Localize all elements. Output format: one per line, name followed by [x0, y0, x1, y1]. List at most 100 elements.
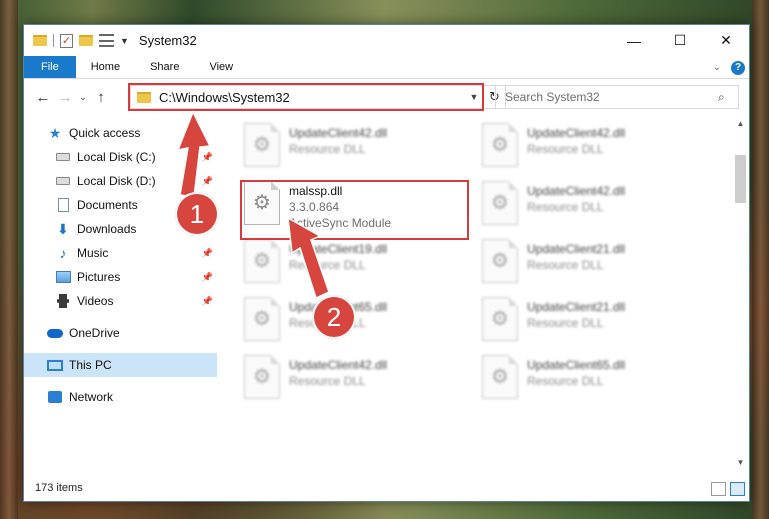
file-tile[interactable]: ⚙ UpdateClient42.dll Resource DLL: [244, 353, 469, 411]
sidebar-item-label: This PC: [69, 358, 112, 372]
file-name: UpdateClient21.dll: [527, 242, 626, 256]
details-view-icon[interactable]: [711, 482, 726, 496]
music-icon: ♪: [59, 245, 67, 261]
file-name: UpdateClient19.dll: [289, 242, 388, 256]
file-description: Resource DLL: [289, 374, 366, 388]
status-bar: 173 items: [24, 475, 749, 501]
recent-locations-button[interactable]: ⌄: [76, 85, 90, 109]
sidebar-item-local-disk-d[interactable]: Local Disk (D:) 📌: [24, 169, 217, 193]
file-highlight: [240, 180, 469, 240]
tab-view[interactable]: View: [194, 56, 248, 78]
dll-file-icon: ⚙: [244, 297, 280, 341]
file-description: Resource DLL: [527, 200, 604, 214]
dll-file-icon: ⚙: [482, 123, 518, 167]
dll-file-icon: ⚙: [482, 297, 518, 341]
sidebar-item-network[interactable]: Network: [24, 385, 217, 409]
pin-icon: 📌: [201, 247, 213, 258]
pictures-icon: [55, 270, 71, 284]
quick-access-toolbar: ✓ ▼: [24, 33, 129, 48]
sidebar-item-label: Videos: [77, 294, 114, 308]
tiles-view-icon[interactable]: [730, 482, 745, 496]
tab-share[interactable]: Share: [135, 56, 194, 78]
file-description: Resource DLL: [527, 316, 604, 330]
new-folder-icon[interactable]: [79, 35, 93, 46]
file-description: Resource DLL: [527, 374, 604, 388]
pin-icon: 📌: [201, 271, 213, 282]
scroll-down-icon[interactable]: ▼: [732, 454, 749, 471]
file-description: Resource DLL: [289, 258, 366, 272]
sidebar-item-label: Quick access: [69, 126, 141, 140]
close-button[interactable]: ✕: [703, 25, 749, 56]
navigation-pane: ★ Quick access Local Disk (C:) 📌 Local D…: [24, 121, 217, 471]
help-icon[interactable]: ?: [731, 60, 745, 75]
title-bar: ✓ ▼ System32 — ☐ ✕: [24, 25, 749, 56]
dll-file-icon: ⚙: [244, 355, 280, 399]
sidebar-item-music[interactable]: ♪ Music 📌: [24, 241, 217, 265]
file-name: UpdateClient42.dll: [289, 126, 388, 140]
file-tile[interactable]: ⚙ UpdateClient19.dll Resource DLL: [244, 237, 469, 295]
address-bar-highlight: [128, 83, 484, 111]
drive-icon: [55, 174, 71, 188]
star-icon: ★: [48, 124, 62, 141]
file-tile[interactable]: ⚙ UpdateClient42.dll Resource DLL: [482, 121, 707, 179]
sidebar-item-label: Local Disk (D:): [77, 174, 156, 188]
dll-file-icon: ⚙: [244, 239, 280, 283]
sidebar-item-this-pc[interactable]: This PC: [24, 353, 217, 377]
ribbon-tabs: File Home Share View ⌄ ?: [24, 56, 749, 79]
network-icon: [47, 390, 63, 404]
customize-toolbar-icon[interactable]: ▼: [120, 36, 129, 46]
forward-button[interactable]: →: [54, 85, 76, 109]
back-button[interactable]: ←: [32, 85, 54, 109]
file-tile[interactable]: ⚙ UpdateClient65.dll Resource DLL: [482, 353, 707, 411]
file-tile[interactable]: ⚙ UpdateClient42.dll Resource DLL: [482, 179, 707, 237]
document-icon: [55, 198, 71, 212]
computer-icon: [47, 358, 63, 372]
sidebar-item-local-disk-c[interactable]: Local Disk (C:) 📌: [24, 145, 217, 169]
expand-ribbon-icon[interactable]: ⌄: [713, 62, 721, 73]
file-tile[interactable]: ⚙ UpdateClient42.dll Resource DLL: [244, 121, 469, 179]
search-input[interactable]: Search System32: [505, 90, 718, 104]
dll-file-icon: ⚙: [244, 123, 280, 167]
sidebar-item-label: Network: [69, 390, 114, 404]
properties-check-icon[interactable]: ✓: [60, 33, 73, 48]
search-icon[interactable]: ⌕: [718, 90, 738, 105]
search-box[interactable]: Search System32 ⌕: [495, 85, 739, 109]
file-description: Resource DLL: [527, 142, 604, 156]
sidebar-item-label: Downloads: [77, 222, 137, 236]
pin-icon: 📌: [201, 175, 213, 186]
step-badge-2: 2: [312, 295, 356, 339]
file-name: UpdateClient42.dll: [527, 126, 626, 140]
file-name: UpdateClient21.dll: [527, 300, 626, 314]
minimize-button[interactable]: —: [611, 25, 657, 56]
file-tile[interactable]: ⚙ UpdateClient21.dll Resource DLL: [482, 237, 707, 295]
step-badge-1: 1: [175, 192, 219, 236]
sidebar-item-pictures[interactable]: Pictures 📌: [24, 265, 217, 289]
sidebar-item-videos[interactable]: Videos 📌: [24, 289, 217, 313]
dll-file-icon: ⚙: [482, 239, 518, 283]
sidebar-item-label: Pictures: [77, 270, 121, 284]
up-button[interactable]: ↑: [90, 85, 112, 109]
dll-file-icon: ⚙: [482, 355, 518, 399]
tab-home[interactable]: Home: [76, 56, 135, 78]
sidebar-item-label: Music: [77, 246, 109, 260]
sidebar-item-quick-access[interactable]: ★ Quick access: [24, 121, 217, 145]
file-tile[interactable]: ⚙ UpdateClient65.dll Resource DLL: [244, 295, 469, 353]
file-tile[interactable]: ⚙ UpdateClient21.dll Resource DLL: [482, 295, 707, 353]
view-properties-icon[interactable]: [99, 34, 114, 47]
drive-icon: [55, 150, 71, 164]
sidebar-item-label: Documents: [77, 198, 138, 212]
scroll-up-icon[interactable]: ▲: [732, 115, 749, 132]
videos-icon: [55, 294, 71, 308]
vertical-scrollbar[interactable]: ▲ ▼: [732, 115, 749, 471]
file-name: UpdateClient65.dll: [527, 358, 626, 372]
sidebar-item-label: OneDrive: [69, 326, 120, 340]
tab-file[interactable]: File: [24, 56, 76, 78]
maximize-button[interactable]: ☐: [657, 25, 703, 56]
file-description: Resource DLL: [289, 142, 366, 156]
pin-icon: 📌: [201, 295, 213, 306]
sidebar-item-onedrive[interactable]: OneDrive: [24, 321, 217, 345]
scroll-thumb[interactable]: [735, 155, 746, 203]
file-name: UpdateClient42.dll: [527, 184, 626, 198]
file-list: ⚙ UpdateClient42.dll Resource DLL ⚙ mals…: [217, 115, 734, 471]
toolbar-separator: [53, 34, 54, 47]
